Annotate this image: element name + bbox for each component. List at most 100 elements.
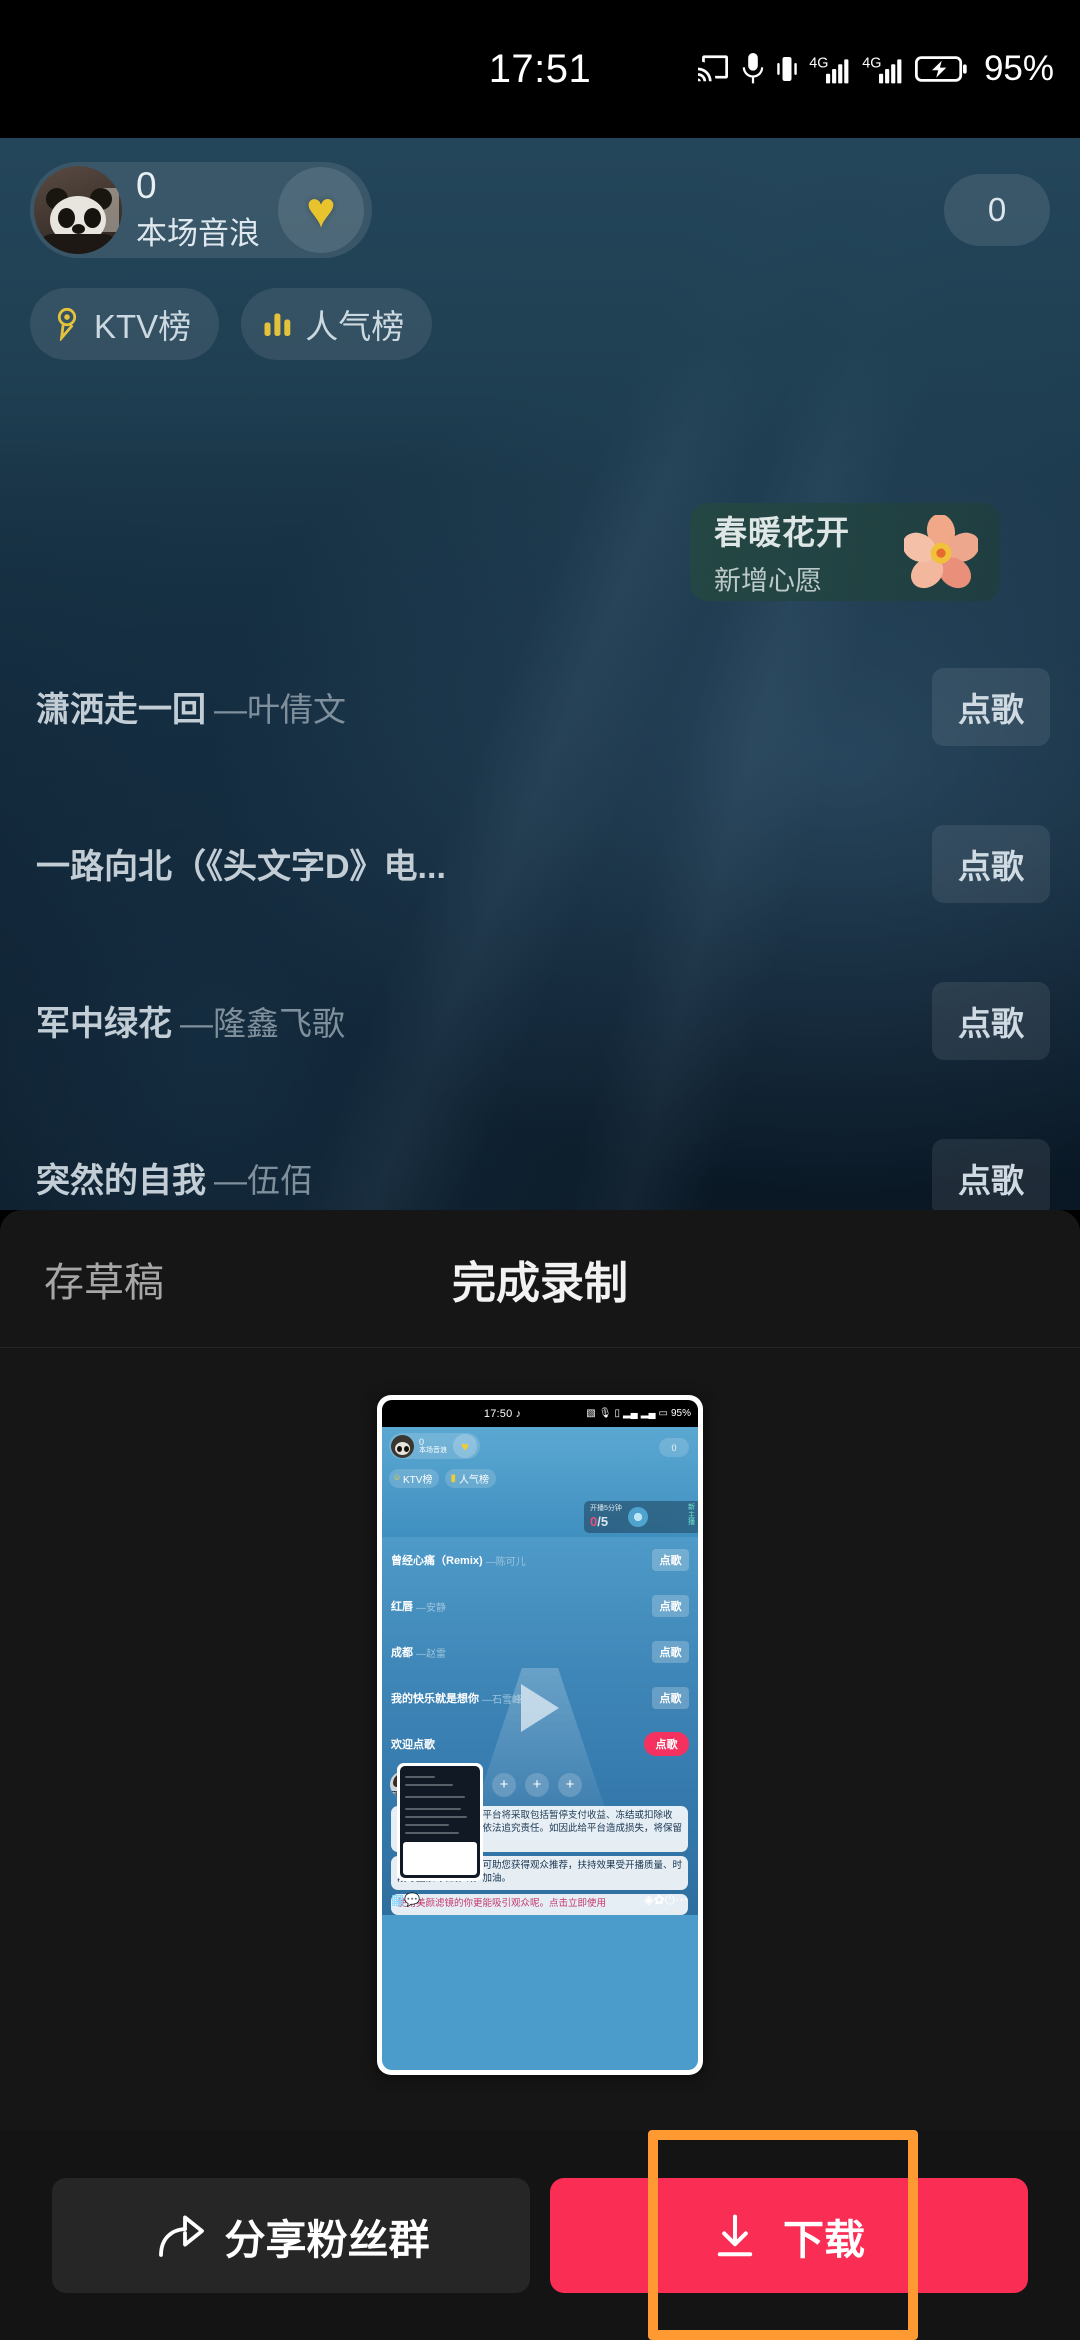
wish-card-title: 春暖花开 [714, 514, 850, 551]
microphone-rank-icon [57, 307, 77, 341]
sheet-header: 存草稿 完成录制 [0, 1210, 1080, 1348]
preview-wish-line1: 开播5分钟 [590, 1505, 622, 1512]
preview-live-header: 0 本场音浪 ♥ 0 ⌾ KTV榜 ▮ 人气榜 开播5分钟 0/5 新主播 [382, 1427, 698, 1537]
song-list: 潇洒走一回 —叶倩文 点歌 一路向北（《头文字D》电... 点歌 军中绿花 —隆… [0, 628, 1080, 1210]
song-name: 突然的自我 [36, 1162, 206, 1200]
preview-chip-popularity-label: 人气榜 [458, 1474, 489, 1486]
flower-icon [904, 515, 978, 589]
preview-gift-icon: ◈ [643, 1891, 654, 1907]
preview-pick-button: 点歌 [652, 1549, 689, 1571]
pick-song-button[interactable]: 点歌 [932, 824, 1050, 903]
preview-host-count: 0 [419, 1436, 425, 1447]
download-arrow-icon [717, 2214, 753, 2256]
preview-mic-icon: 🎙 [598, 1408, 612, 1419]
download-label: 下载 [783, 2216, 865, 2263]
host-info-pill[interactable]: 0 本场音浪 ♥ [30, 162, 372, 258]
preview-signal-1-icon: ▂▄ [622, 1408, 638, 1419]
preview-heart-icon: ♥ [453, 1434, 477, 1458]
song-row[interactable]: 一路向北（《头文字D》电... 点歌 [0, 785, 1080, 942]
bar-chart-rank-icon [264, 313, 291, 336]
preview-screen: 17:50 ♪ ▧ 🎙 ▯ ▂▄ ▂▄ ▭ 95% 0 本场音浪 ♥ 0 ⌾ K… [382, 1400, 698, 2070]
sheet-title: 完成录制 [452, 1258, 628, 1308]
preview-chip-ktv: ⌾ KTV榜 [389, 1468, 440, 1488]
svg-text:4G: 4G [809, 55, 828, 71]
preview-song-name: 欢迎点歌 [391, 1739, 435, 1751]
preview-song-name: 成都 [391, 1647, 413, 1659]
preview-host-label: 本场音浪 [419, 1447, 447, 1455]
chip-popularity-rank[interactable]: 人气榜 [241, 288, 433, 360]
preview-toolbar: ▦ 💬 ◈ ✿ ⏻ ⋯ [382, 1885, 698, 1915]
preview-status-icons: ▧ 🎙 ▯ ▂▄ ▂▄ ▭ 95% [586, 1408, 691, 1419]
video-preview-wrapper: 17:50 ♪ ▧ 🎙 ▯ ▂▄ ▂▄ ▭ 95% 0 本场音浪 ♥ 0 ⌾ K… [0, 1395, 1080, 2075]
action-bar: 分享粉丝群 下载 [0, 2130, 1080, 2340]
preview-comment-icon: 💬 [404, 1891, 421, 1907]
preview-pick-button: 点歌 [652, 1595, 689, 1617]
preview-status-time: 17:50 [483, 1407, 513, 1420]
preview-song-artist: —赵雷 [416, 1648, 446, 1660]
preview-song-artist: —安静 [416, 1602, 446, 1614]
preview-wish-total: /5 [597, 1514, 609, 1529]
preview-viewer-count: 0 [659, 1438, 689, 1457]
chip-ktv-rank-label: KTV榜 [94, 308, 192, 345]
preview-song-artist: —陈可儿 [485, 1556, 526, 1568]
video-preview-thumbnail[interactable]: 17:50 ♪ ▧ 🎙 ▯ ▂▄ ▂▄ ▭ 95% 0 本场音浪 ♥ 0 ⌾ K… [377, 1395, 703, 2075]
heart-gift-icon[interactable]: ♥ [278, 167, 364, 253]
share-fan-group-button[interactable]: 分享粉丝群 [52, 2178, 530, 2293]
share-fan-group-label: 分享粉丝群 [224, 2216, 430, 2263]
status-bar-icons: 4G 4G 95% [696, 49, 1054, 89]
svg-text:4G: 4G [862, 55, 881, 71]
song-row[interactable]: 突然的自我 —伍佰 点歌 [0, 1099, 1080, 1210]
preview-status-bar: 17:50 ♪ ▧ 🎙 ▯ ▂▄ ▂▄ ▭ 95% [382, 1400, 698, 1427]
preview-host-pill: 0 本场音浪 ♥ [389, 1433, 480, 1459]
preview-song-name: 我的快乐就是想你 [391, 1693, 479, 1705]
preview-inner-phone-overlay [397, 1762, 483, 1881]
host-meta: 0 本场音浪 [136, 166, 260, 253]
preview-signal-2-icon: ▂▄ [640, 1408, 656, 1419]
song-artist: —伍佰 [214, 1161, 313, 1199]
wish-card-text: 春暖花开 新增心愿 [714, 506, 850, 598]
preview-grid-icon: ▦ [391, 1891, 405, 1908]
preview-wish-text: 开播5分钟 0/5 [590, 1503, 622, 1531]
screen-root: 17:51 4G 4G 95% 0 本场音浪 ♥ 0 KTV榜 人气榜 春暖花开… [0, 0, 1080, 2340]
song-artist: —隆鑫飞歌 [180, 1004, 345, 1042]
preview-power-icon: ⏻ [664, 1891, 675, 1907]
preview-song-row: 红唇 —安静 点歌 [382, 1583, 698, 1629]
microphone-icon [742, 53, 764, 84]
preview-battery-icon: ▭ [658, 1408, 668, 1419]
preview-chip-group: ⌾ KTV榜 ▮ 人气榜 [389, 1468, 691, 1488]
audio-wave-label: 本场音浪 [136, 215, 260, 251]
status-bar: 17:51 4G 4G 95% [0, 0, 1080, 138]
download-button[interactable]: 下载 [550, 2178, 1028, 2293]
preview-host-meta: 0 本场音浪 [419, 1436, 447, 1455]
avatar[interactable] [34, 166, 122, 254]
signal-4g-1-icon: 4G [809, 55, 849, 84]
preview-star-icon: ✿ [653, 1891, 665, 1907]
cast-icon [697, 55, 728, 82]
chip-ktv-rank[interactable]: KTV榜 [30, 288, 220, 360]
wish-card[interactable]: 春暖花开 新增心愿 [690, 503, 1000, 601]
preview-pick-button: 点歌 [652, 1641, 689, 1663]
preview-new-host-tag: 新主播 [688, 1504, 695, 1527]
preview-battery-text: 95% [670, 1408, 691, 1419]
battery-charging-icon [914, 56, 967, 82]
preview-disc-icon [627, 1507, 648, 1527]
preview-song-row: 曾经心痛（Remix) —陈可儿 点歌 [382, 1537, 698, 1583]
rank-chip-group: KTV榜 人气榜 [30, 288, 433, 360]
preview-song-name: 红唇 [391, 1601, 413, 1613]
preview-more-icon: ⋯ [675, 1891, 689, 1908]
pick-song-button[interactable]: 点歌 [932, 667, 1050, 746]
play-triangle-icon[interactable] [521, 1684, 559, 1733]
pick-song-button[interactable]: 点歌 [932, 1138, 1050, 1210]
preview-song-name: 曾经心痛（Remix) [391, 1555, 483, 1567]
song-row[interactable]: 军中绿花 —隆鑫飞歌 点歌 [0, 942, 1080, 1099]
song-name: 潇洒走一回 [36, 691, 206, 729]
wish-card-subtitle: 新增心愿 [714, 566, 822, 596]
preview-chip-popularity: ▮ 人气榜 [445, 1468, 496, 1488]
preview-bar-rank-icon: ▮ [450, 1472, 456, 1484]
viewer-count-badge[interactable]: 0 [944, 174, 1050, 246]
preview-pick-button-primary: 点歌 [644, 1732, 689, 1756]
song-row[interactable]: 潇洒走一回 —叶倩文 点歌 [0, 628, 1080, 785]
preview-wish-widget: 开播5分钟 0/5 新主播 [584, 1501, 698, 1533]
chip-popularity-rank-label: 人气榜 [305, 308, 405, 345]
pick-song-button[interactable]: 点歌 [932, 981, 1050, 1060]
